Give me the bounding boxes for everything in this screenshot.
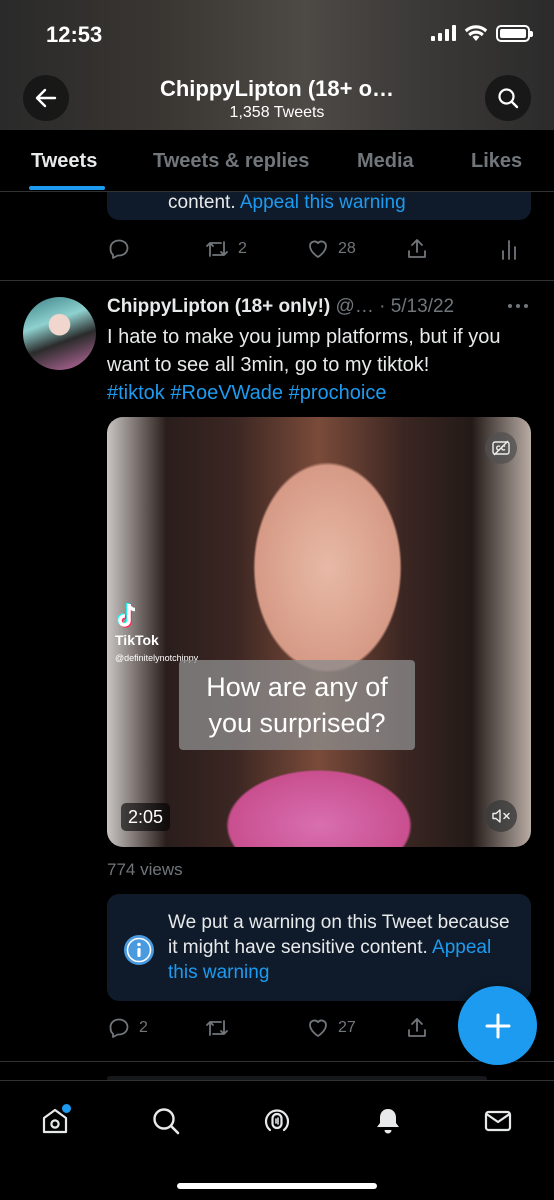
retweet-button[interactable]: 2 <box>204 237 247 261</box>
status-bar: 12:53 <box>0 0 554 70</box>
wifi-icon <box>464 25 488 41</box>
retweet-count: 2 <box>238 240 247 257</box>
spaces-icon <box>264 1109 290 1132</box>
nav-messages[interactable] <box>478 1101 518 1141</box>
home-notification-dot <box>62 1104 71 1113</box>
back-button[interactable] <box>23 75 69 121</box>
speaker-muted-icon <box>492 809 510 823</box>
tweet-count: 1,358 Tweets <box>229 104 325 121</box>
captions-button[interactable] <box>485 432 517 464</box>
explore-icon <box>153 1108 180 1135</box>
retweet-icon <box>206 241 228 257</box>
status-icons <box>431 24 533 42</box>
like-button[interactable]: 27 <box>306 1016 356 1040</box>
hashtag-link[interactable]: #prochoice <box>289 382 387 404</box>
reply-button[interactable]: 2 <box>107 1016 148 1040</box>
like-count: 27 <box>338 1019 356 1036</box>
home-indicator[interactable] <box>177 1183 377 1189</box>
sensitive-content-warning-previous: content. Appeal this warning <box>107 192 531 220</box>
video-player[interactable]: TikTok @definitelynotchippy How are any … <box>107 417 531 847</box>
back-arrow-icon <box>35 88 57 108</box>
info-icon <box>124 935 154 965</box>
closed-captions-icon <box>492 440 510 456</box>
share-icon <box>408 1018 426 1037</box>
notifications-icon <box>377 1109 399 1134</box>
battery-icon <box>496 24 533 42</box>
messages-icon <box>484 1110 512 1132</box>
tweet-divider <box>0 280 554 281</box>
nav-explore[interactable] <box>146 1101 186 1141</box>
profile-tabs: Tweets Tweets & replies Media Likes <box>0 130 554 192</box>
nav-notifications[interactable] <box>368 1101 408 1141</box>
tab-tweets-and-replies[interactable]: Tweets & replies <box>153 150 309 173</box>
tweet-header: ChippyLipton (18+ only!) @… · 5/13/22 <box>107 296 507 318</box>
like-button[interactable]: 28 <box>306 237 356 261</box>
active-tab-indicator <box>29 186 105 190</box>
tweet-feed[interactable]: content. Appeal this warning 2 28 Chippy… <box>0 192 554 1080</box>
search-icon <box>498 88 519 109</box>
like-icon <box>309 240 327 258</box>
tab-tweets[interactable]: Tweets <box>31 150 97 173</box>
share-icon <box>408 239 426 258</box>
tweet-actions-previous: 2 28 <box>107 237 527 267</box>
analytics-icon <box>502 240 516 260</box>
tweet-handle[interactable]: @… <box>336 296 374 317</box>
reply-count: 2 <box>139 1019 148 1036</box>
video-caption: How are any of you surprised? <box>179 660 415 750</box>
profile-header: 12:53 ChippyLipton (18+ o… 1,358 Tweets <box>0 0 554 130</box>
retweet-button[interactable] <box>204 1016 230 1040</box>
like-count: 28 <box>338 240 356 257</box>
reply-icon <box>109 239 129 259</box>
reply-icon <box>109 1018 129 1038</box>
tiktok-logo-icon <box>117 603 136 628</box>
retweet-icon <box>206 1020 228 1036</box>
appeal-warning-link[interactable]: Appeal this warning <box>240 192 406 213</box>
tweet-date[interactable]: · 5/13/22 <box>379 296 454 317</box>
plus-icon <box>485 1013 510 1038</box>
hashtag-link[interactable]: #tiktok <box>107 382 165 404</box>
reply-button[interactable] <box>107 237 131 261</box>
search-button[interactable] <box>485 75 531 121</box>
share-button[interactable] <box>405 1016 429 1040</box>
nav-home[interactable] <box>35 1101 75 1141</box>
tweet-display-name[interactable]: ChippyLipton (18+ only!) <box>107 296 330 317</box>
like-icon <box>309 1019 327 1037</box>
cellular-signal-icon <box>431 25 456 41</box>
video-duration: 2:05 <box>121 803 171 831</box>
tweet-divider <box>0 1061 554 1062</box>
tweet-text: I hate to make you jump platforms, but i… <box>107 323 527 407</box>
hashtag-link[interactable]: #RoeVWade <box>170 382 283 404</box>
sensitive-content-warning: We put a warning on this Tweet because i… <box>107 894 531 1001</box>
compose-tweet-button[interactable] <box>458 986 537 1065</box>
profile-name: ChippyLipton (18+ o… <box>159 76 395 101</box>
more-options-icon[interactable] <box>506 296 530 316</box>
bottom-navigation <box>0 1080 554 1200</box>
view-count: 774 views <box>107 860 183 879</box>
header-title: ChippyLipton (18+ o… 1,358 Tweets <box>120 76 434 122</box>
mute-button[interactable] <box>485 800 517 832</box>
tab-likes[interactable]: Likes <box>471 150 522 173</box>
status-time: 12:53 <box>46 22 103 47</box>
analytics-button[interactable] <box>499 237 519 261</box>
tiktok-watermark: TikTok <box>115 632 159 648</box>
nav-spaces[interactable] <box>257 1101 297 1141</box>
share-button[interactable] <box>405 237 429 261</box>
avatar[interactable] <box>23 297 96 370</box>
tweet-body: I hate to make you jump platforms, but i… <box>107 326 501 376</box>
tab-media[interactable]: Media <box>357 150 414 173</box>
